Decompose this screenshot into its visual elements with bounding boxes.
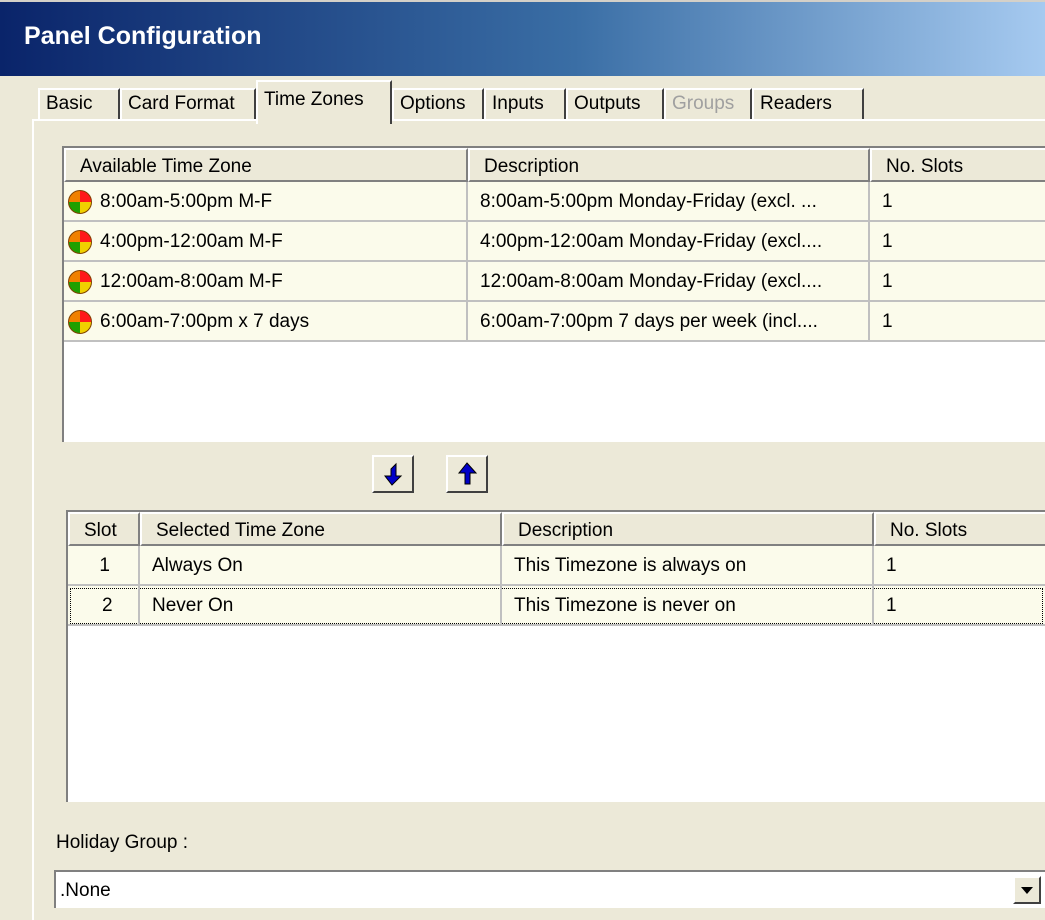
column-header-selected-time-zone[interactable]: Selected Time Zone — [140, 512, 502, 546]
list-header: Slot Selected Time Zone Description No. … — [68, 512, 1045, 546]
description-cell: 6:00am-7:00pm 7 days per week (incl.... — [468, 302, 870, 342]
column-header-no-slots[interactable]: No. Slots — [870, 148, 1045, 182]
column-header-label: Available Time Zone — [80, 156, 252, 177]
time-zone-clock-icon — [68, 270, 92, 294]
time-zone-name: 8:00am-5:00pm M-F — [100, 191, 273, 212]
tab-label: Card Format — [128, 93, 235, 114]
tab-label: Outputs — [574, 93, 641, 114]
time-zone-clock-icon — [68, 190, 92, 214]
slots-cell: 1 — [874, 546, 1045, 586]
arrow-up-icon — [457, 462, 478, 485]
selected-row[interactable]: 1 Always On This Timezone is always on 1 — [68, 546, 1045, 586]
tab-label: Time Zones — [264, 89, 364, 110]
column-header-label: No. Slots — [886, 156, 964, 177]
available-row[interactable]: 6:00am-7:00pm x 7 days 6:00am-7:00pm 7 d… — [64, 302, 1045, 342]
time-zone-name-cell: 6:00am-7:00pm x 7 days — [64, 302, 468, 342]
holiday-group-select[interactable]: .None — [54, 870, 1045, 908]
column-header-label: Description — [484, 156, 580, 177]
slots-cell: 1 — [874, 586, 1045, 626]
slots-cell: 1 — [870, 302, 1045, 342]
column-header-no-slots[interactable]: No. Slots — [874, 512, 1045, 546]
column-header-label: Description — [518, 520, 614, 541]
remove-time-zone-button[interactable] — [446, 455, 488, 493]
tab-readers[interactable]: Readers — [752, 88, 864, 120]
time-zone-clock-icon — [68, 230, 92, 254]
tab-basic[interactable]: Basic — [38, 88, 120, 120]
tab-label: Inputs — [492, 93, 544, 114]
window-title: Panel Configuration — [24, 22, 262, 50]
description-cell: 4:00pm-12:00am Monday-Friday (excl.... — [468, 222, 870, 262]
chevron-down-icon — [1021, 887, 1033, 894]
time-zone-name-cell: 12:00am-8:00am M-F — [64, 262, 468, 302]
description-cell: This Timezone is always on — [502, 546, 874, 586]
tab-groups[interactable]: Groups — [664, 88, 752, 120]
tab-label: Groups — [672, 93, 735, 114]
column-header-description[interactable]: Description — [468, 148, 870, 182]
time-zone-name: 6:00am-7:00pm x 7 days — [100, 311, 310, 332]
time-zone-name-cell: Always On — [140, 546, 502, 586]
arrow-down-icon — [383, 462, 403, 486]
dropdown-button[interactable] — [1013, 876, 1041, 904]
column-header-available-time-zone[interactable]: Available Time Zone — [64, 148, 468, 182]
time-zone-name-cell: 4:00pm-12:00am M-F — [64, 222, 468, 262]
tab-inputs[interactable]: Inputs — [484, 88, 566, 120]
tab-time-zones[interactable]: Time Zones — [256, 80, 392, 124]
tab-options[interactable]: Options — [392, 88, 484, 120]
selected-time-zone-list[interactable]: Slot Selected Time Zone Description No. … — [66, 510, 1045, 802]
slot-number-cell: 2 — [68, 586, 140, 626]
description-cell: 12:00am-8:00am Monday-Friday (excl.... — [468, 262, 870, 302]
add-time-zone-button[interactable] — [372, 455, 414, 493]
available-time-zone-list[interactable]: Available Time Zone Description No. Slot… — [62, 146, 1045, 442]
holiday-group-value: .None — [60, 880, 111, 901]
column-header-label: No. Slots — [890, 520, 968, 541]
time-zone-clock-icon — [68, 310, 92, 334]
description-cell: This Timezone is never on — [502, 586, 874, 626]
slot-number-cell: 1 — [68, 546, 140, 586]
available-row[interactable]: 4:00pm-12:00am M-F 4:00pm-12:00am Monday… — [64, 222, 1045, 262]
time-zone-name: 12:00am-8:00am M-F — [100, 271, 283, 292]
column-header-description[interactable]: Description — [502, 512, 874, 546]
selected-row[interactable]: 2 Never On This Timezone is never on 1 — [68, 586, 1045, 626]
list-header: Available Time Zone Description No. Slot… — [64, 148, 1045, 182]
column-header-label: Slot — [84, 520, 117, 541]
slots-cell: 1 — [870, 222, 1045, 262]
tab-outputs[interactable]: Outputs — [566, 88, 664, 120]
window-title-bar[interactable]: Panel Configuration — [0, 0, 1045, 76]
column-header-label: Selected Time Zone — [156, 520, 325, 541]
slots-cell: 1 — [870, 262, 1045, 302]
tab-label: Readers — [760, 93, 832, 114]
tab-label: Basic — [46, 93, 93, 114]
holiday-group-label: Holiday Group : — [56, 832, 189, 853]
time-zone-name: 4:00pm-12:00am M-F — [100, 231, 283, 252]
time-zone-name-cell: Never On — [140, 586, 502, 626]
column-header-slot[interactable]: Slot — [68, 512, 140, 546]
available-row[interactable]: 12:00am-8:00am M-F 12:00am-8:00am Monday… — [64, 262, 1045, 302]
time-zone-name-cell: 8:00am-5:00pm M-F — [64, 182, 468, 222]
description-cell: 8:00am-5:00pm Monday-Friday (excl. ... — [468, 182, 870, 222]
tab-card-format[interactable]: Card Format — [120, 88, 256, 120]
available-row[interactable]: 8:00am-5:00pm M-F 8:00am-5:00pm Monday-F… — [64, 182, 1045, 222]
slots-cell: 1 — [870, 182, 1045, 222]
tab-label: Options — [400, 93, 466, 114]
